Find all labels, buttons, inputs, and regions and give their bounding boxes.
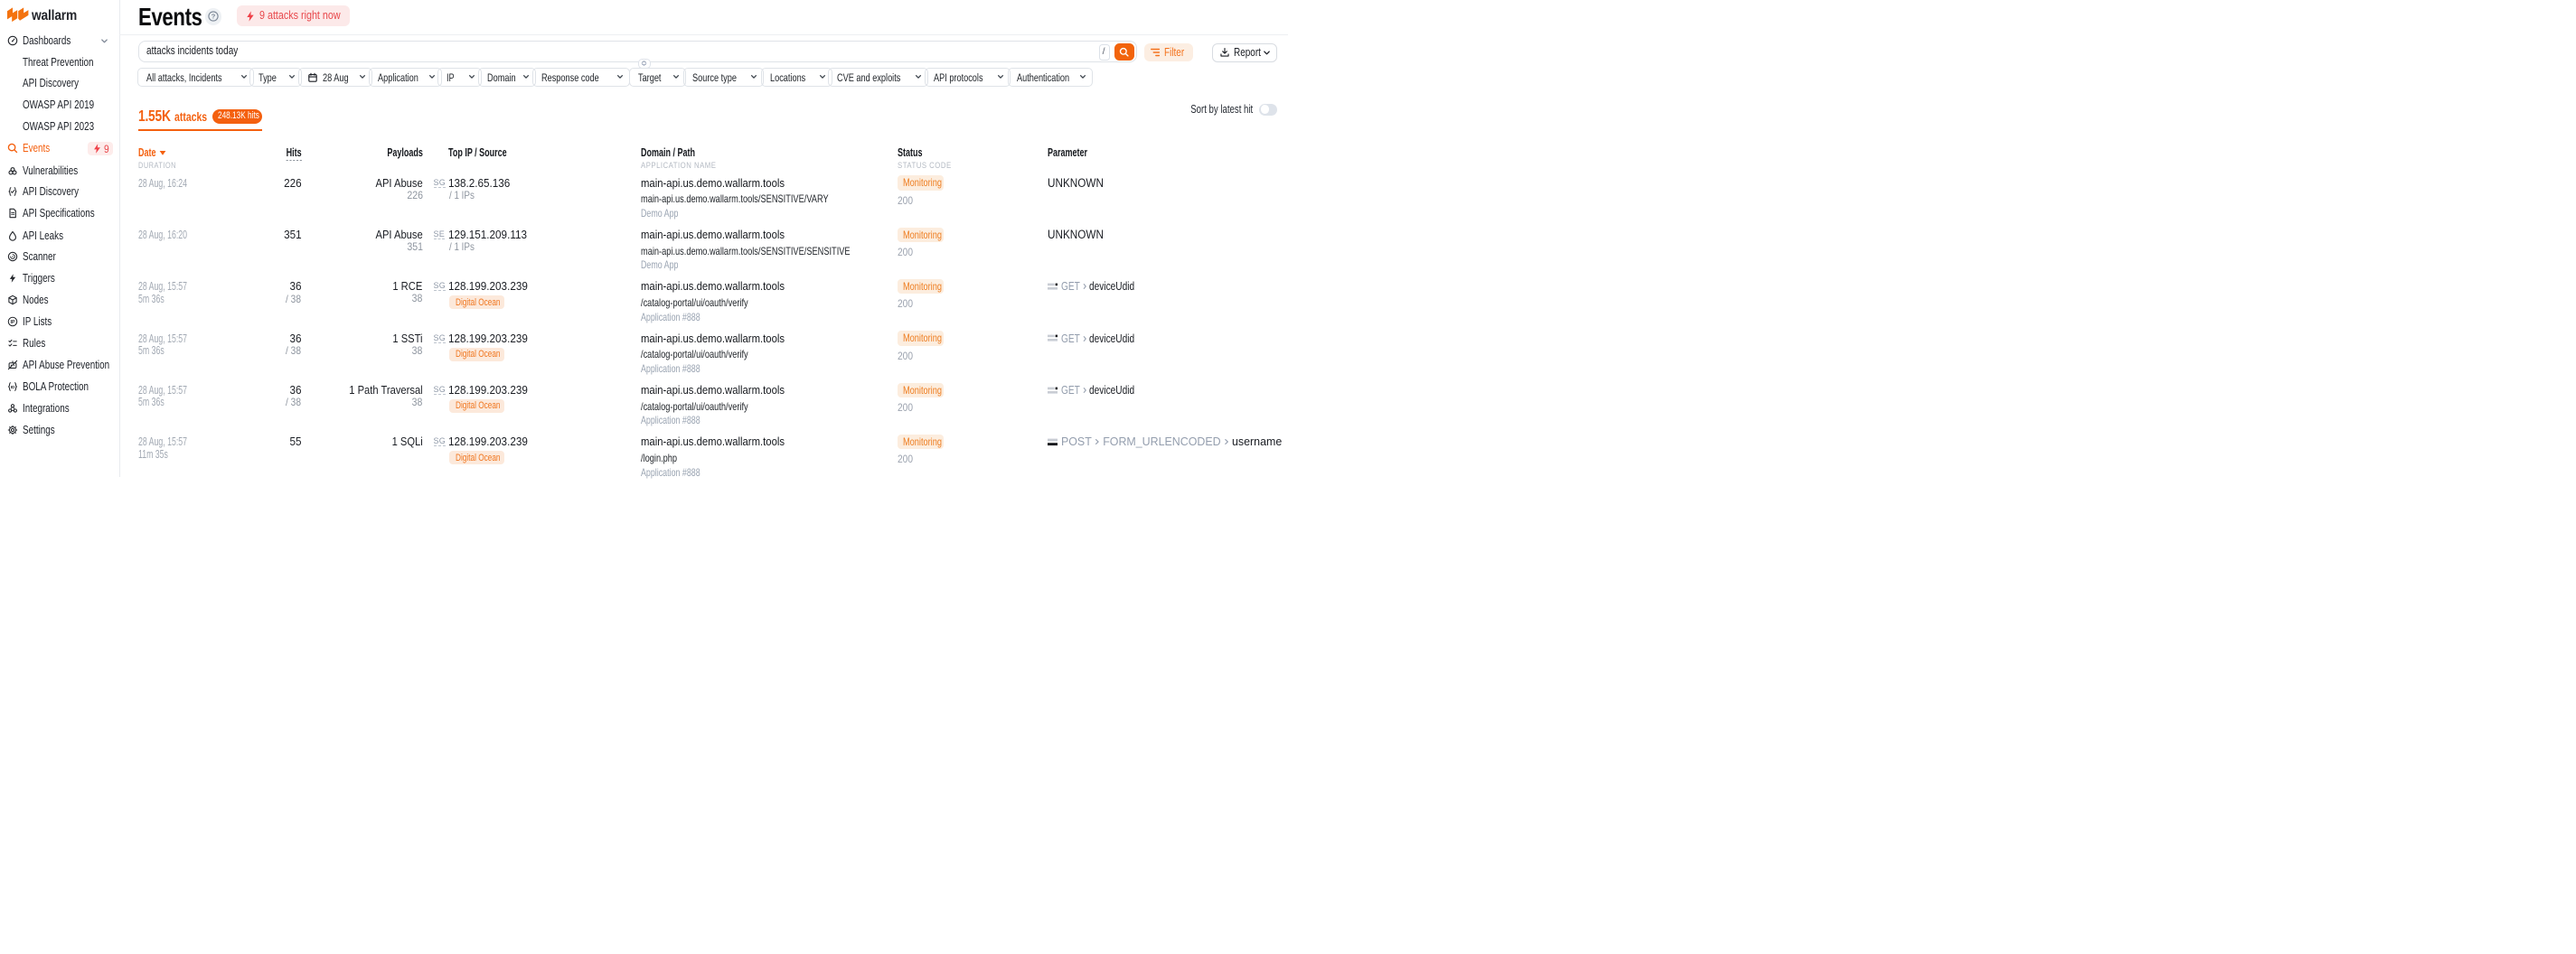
svg-text:?: ? <box>212 13 216 21</box>
svg-text:IP: IP <box>11 320 15 325</box>
svg-text:ID: ID <box>11 385 15 389</box>
